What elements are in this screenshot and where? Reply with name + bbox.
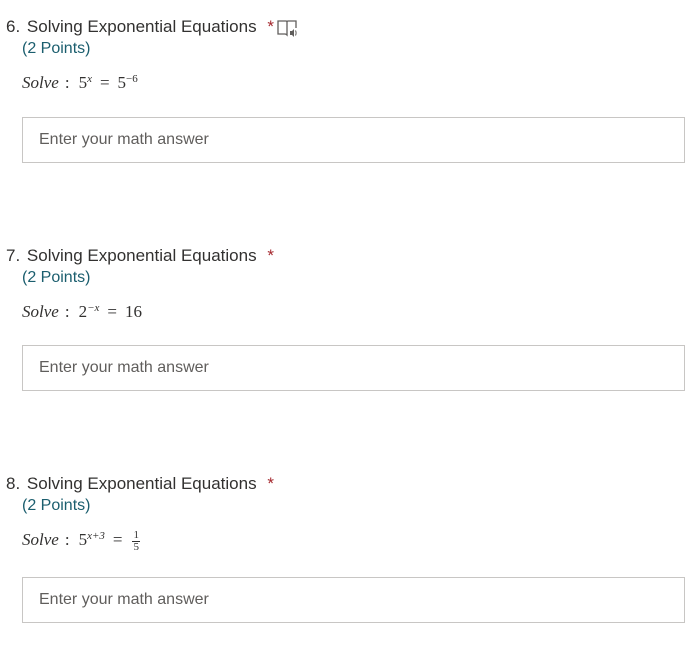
required-asterisk: * [267, 246, 274, 265]
exponent: x [87, 73, 92, 85]
math-prompt: Solve:5x+3 = 1 5 [22, 527, 140, 553]
fraction: 15 [132, 528, 140, 553]
rhs-exponent: −6 [126, 73, 138, 85]
question-number: 7. [6, 246, 21, 265]
exponent: −x [87, 302, 100, 314]
solve-label: Solve [22, 302, 59, 321]
question-title: 8. Solving Exponential Equations * [6, 473, 274, 495]
solve-label: Solve [22, 530, 59, 549]
fraction-numerator: 1 [132, 528, 140, 542]
question-title-text: Solving Exponential Equations [26, 246, 257, 265]
question-title-text: Solving Exponential Equations [26, 17, 257, 36]
equals-sign: = [107, 302, 117, 321]
question-title-text: Solving Exponential Equations [26, 474, 257, 493]
solve-label: Solve [22, 73, 59, 92]
answer-box [22, 117, 685, 163]
question-title: 6. Solving Exponential Equations * [6, 16, 274, 38]
question-points: (2 Points) [22, 269, 91, 286]
immersive-reader-icon[interactable] [276, 19, 298, 39]
math-prompt: Solve:5x = 5−6 [22, 70, 138, 96]
question-number: 6. [6, 17, 21, 36]
base: 5 [78, 73, 88, 92]
base: 5 [78, 530, 88, 549]
required-asterisk: * [267, 17, 274, 36]
math-answer-input[interactable] [23, 346, 684, 390]
question-title: 7. Solving Exponential Equations * [6, 245, 274, 267]
math-answer-input[interactable] [23, 118, 684, 162]
rhs-value: 16 [124, 302, 142, 321]
question-points: (2 Points) [22, 40, 91, 57]
answer-box [22, 345, 685, 391]
colon: : [64, 73, 70, 92]
question-number: 8. [6, 474, 21, 493]
fraction-denominator: 5 [133, 540, 139, 553]
equals-sign: = [112, 530, 123, 549]
base: 2 [78, 302, 88, 321]
exponent: x+3 [87, 530, 105, 542]
math-answer-input[interactable] [23, 578, 684, 622]
answer-box [22, 577, 685, 623]
required-asterisk: * [267, 474, 274, 493]
colon: : [64, 530, 70, 549]
rhs-base: 5 [117, 73, 127, 92]
question-points: (2 Points) [22, 497, 91, 514]
colon: : [64, 302, 70, 321]
equals-sign: = [99, 73, 110, 92]
math-prompt: Solve:2−x = 16 [22, 299, 142, 325]
